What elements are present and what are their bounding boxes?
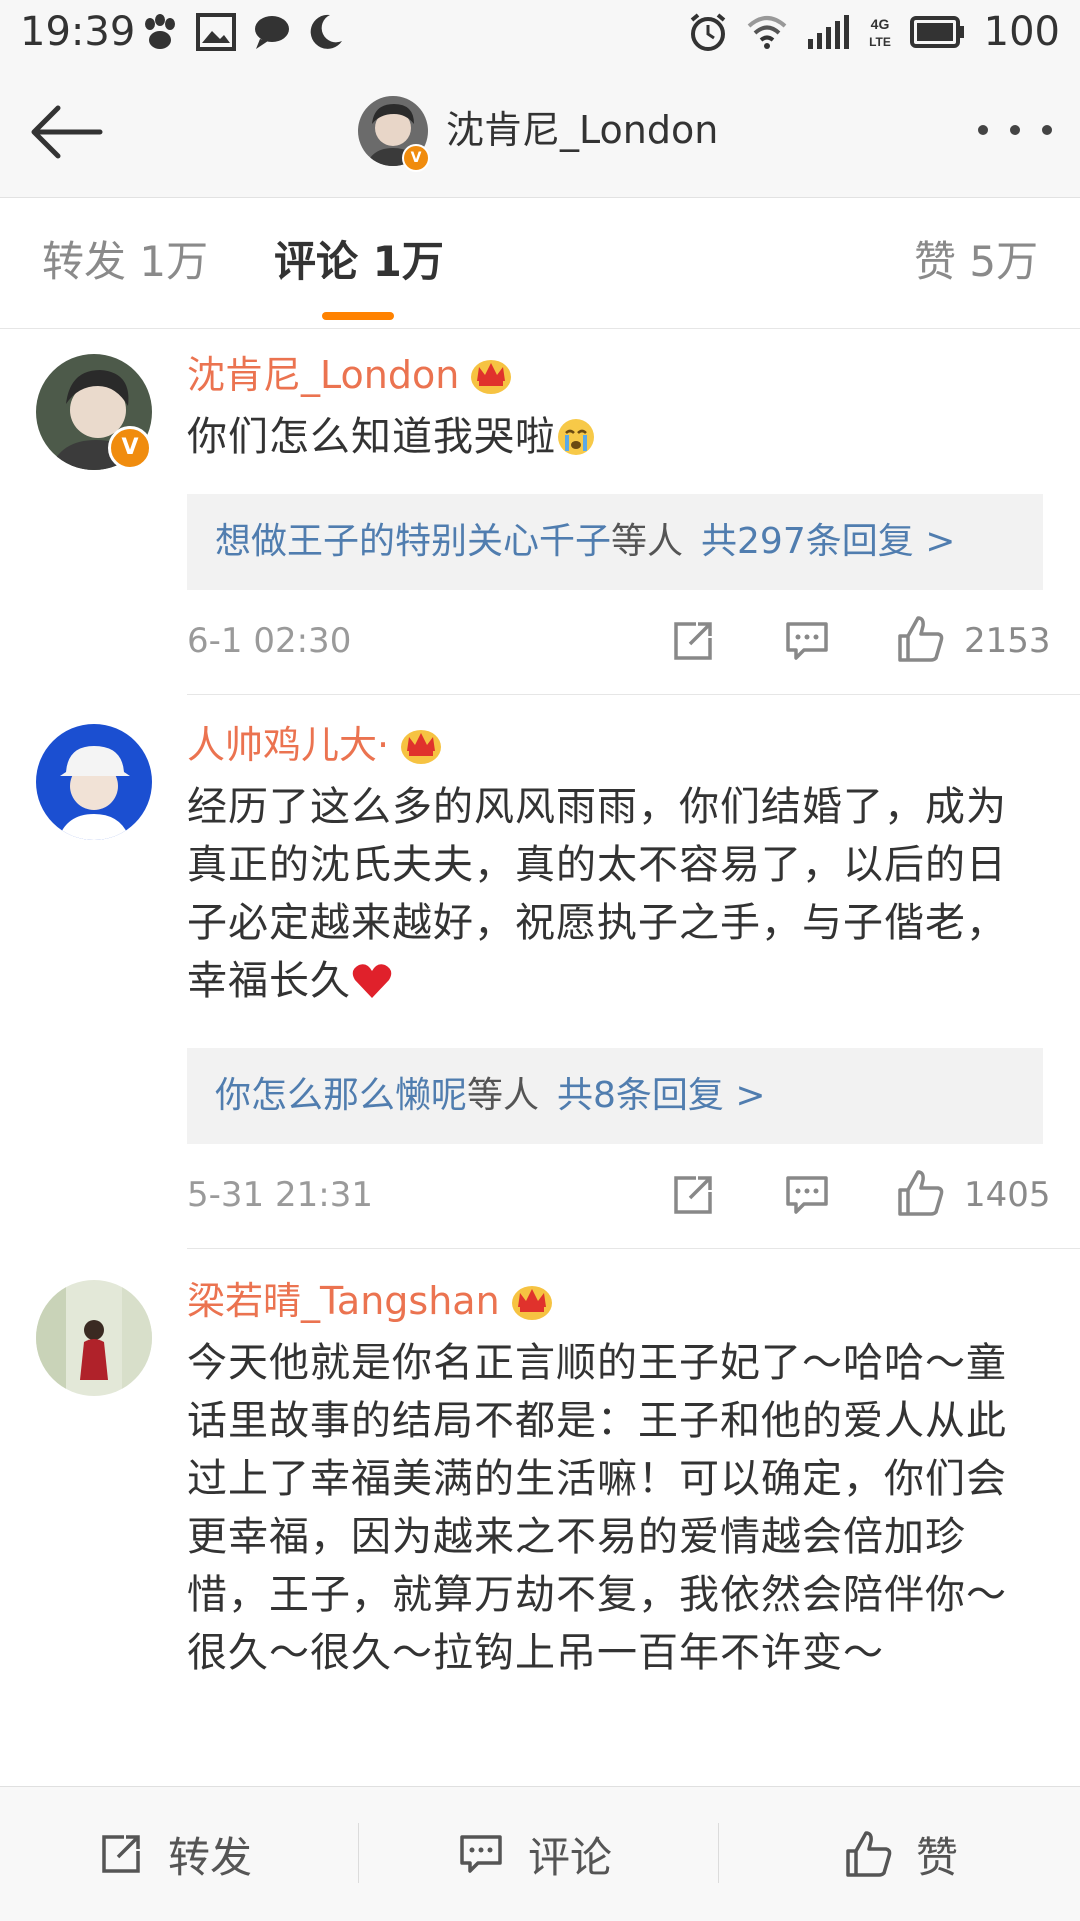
comment-button[interactable]: 评论 bbox=[456, 1787, 612, 1921]
divider bbox=[358, 1823, 359, 1883]
reply-user-link[interactable]: 你怎么那么懒呢 bbox=[215, 1075, 467, 1116]
battery-icon bbox=[909, 16, 964, 48]
avatar[interactable] bbox=[36, 724, 152, 840]
comment-username[interactable]: 人帅鸡儿大· bbox=[187, 720, 443, 770]
like-count: 2153 bbox=[964, 621, 1051, 661]
reply-mid-text: 等人 bbox=[611, 521, 684, 562]
4g-lte-icon: 4G LTE bbox=[869, 16, 891, 49]
username-text[interactable]: 梁若晴_Tangshan bbox=[187, 1276, 500, 1326]
reply-summary[interactable]: 你怎么那么懒呢等人 共8条回复 > bbox=[187, 1048, 1043, 1144]
comment-icon[interactable] bbox=[782, 1170, 832, 1220]
reply-count-link[interactable]: 共297条回复 > bbox=[701, 521, 955, 562]
bottom-action-bar: 转发 评论 赞 bbox=[0, 1786, 1080, 1921]
baidu-paw-icon bbox=[145, 14, 175, 49]
repost-icon[interactable] bbox=[668, 616, 718, 666]
status-bar: 19:39 4G LTE 100 bbox=[0, 0, 1080, 64]
verified-badge-icon: V bbox=[108, 426, 152, 470]
divider bbox=[718, 1823, 719, 1883]
reply-summary[interactable]: 想做王子的特别关心千子等人 共297条回复 > bbox=[187, 494, 1043, 590]
back-arrow-icon[interactable] bbox=[26, 102, 106, 162]
more-dots-icon[interactable] bbox=[978, 104, 1052, 156]
like-button[interactable]: 赞 bbox=[844, 1787, 958, 1921]
comment-text: 你们怎么知道我哭啦 bbox=[187, 408, 1047, 466]
moon-icon bbox=[310, 14, 342, 49]
repost-button[interactable]: 转发 bbox=[96, 1787, 252, 1921]
comment-icon[interactable] bbox=[782, 616, 832, 666]
nav-bar: V 沈肯尼_London bbox=[0, 64, 1080, 198]
active-tab-indicator bbox=[322, 312, 394, 320]
comment-item: 人帅鸡儿大· 经历了这么多的风风雨雨，你们结婚了，成为真正的沈氏夫夫，真的太不容… bbox=[0, 694, 1080, 1250]
chat-bubble-icon bbox=[255, 16, 289, 49]
svg-text:LTE: LTE bbox=[869, 35, 891, 49]
comment-icon bbox=[460, 1835, 502, 1873]
alarm-icon bbox=[690, 13, 725, 51]
avatar[interactable] bbox=[36, 1280, 152, 1396]
svg-text:4G: 4G bbox=[870, 16, 889, 32]
reply-mid-text: 等人 bbox=[467, 1075, 540, 1116]
like-thumb-icon bbox=[846, 1831, 892, 1877]
comment-item: 梁若晴_Tangshan 今天他就是你名正言顺的王子妃了～哈哈～童话里故事的结局… bbox=[0, 1250, 1080, 1786]
like-thumb-icon[interactable] bbox=[896, 614, 946, 664]
status-left-icons bbox=[140, 10, 344, 54]
status-right-icons: 4G LTE 100 bbox=[688, 8, 1060, 56]
signal-icon bbox=[807, 15, 849, 49]
like-thumb-icon[interactable] bbox=[896, 1168, 946, 1218]
like-label: 赞 bbox=[916, 1832, 959, 1882]
crown-badge-icon bbox=[511, 1286, 552, 1320]
username-text[interactable]: 沈肯尼_London bbox=[187, 350, 459, 400]
repost-icon[interactable] bbox=[668, 1170, 718, 1220]
comment-body: 经历了这么多的风风雨雨，你们结婚了，成为真正的沈氏夫夫，真的太不容易了，以后的日… bbox=[187, 784, 1007, 1004]
comment-time: 5-31 21:31 bbox=[187, 1175, 373, 1215]
wifi-icon bbox=[747, 16, 786, 49]
comment-username[interactable]: 梁若晴_Tangshan bbox=[187, 1276, 554, 1326]
username-text[interactable]: 人帅鸡儿大· bbox=[187, 720, 389, 770]
crying-emoji bbox=[558, 419, 594, 455]
comment-time: 6-1 02:30 bbox=[187, 621, 352, 661]
verified-badge-icon: V bbox=[402, 144, 430, 172]
tab-reposts[interactable]: 转发 1万 bbox=[42, 234, 208, 290]
battery-level: 100 bbox=[983, 9, 1060, 55]
comment-text: 今天他就是你名正言顺的王子妃了～哈哈～童话里故事的结局不都是：王子和他的爱人从此… bbox=[187, 1340, 1007, 1676]
tab-bar: 转发 1万 评论 1万 赞 5万 bbox=[0, 198, 1080, 329]
comment-label: 评论 bbox=[528, 1832, 613, 1882]
repost-icon bbox=[102, 1835, 140, 1873]
image-icon bbox=[196, 13, 236, 51]
repost-label: 转发 bbox=[168, 1832, 253, 1882]
crown-badge-icon bbox=[471, 360, 512, 394]
nav-title: 沈肯尼_London bbox=[446, 108, 719, 152]
comment-body: 你们怎么知道我哭啦 bbox=[187, 414, 556, 460]
reply-count-link[interactable]: 共8条回复 > bbox=[557, 1075, 766, 1116]
comment-username[interactable]: 沈肯尼_London bbox=[187, 350, 513, 400]
heart-emoji bbox=[352, 964, 392, 998]
tab-comments[interactable]: 评论 1万 bbox=[274, 234, 444, 290]
reply-user-link[interactable]: 想做王子的特别关心千子 bbox=[215, 521, 611, 562]
comment-item: V 沈肯尼_London 你们怎么知道我哭啦 想做王子的特别关心千子等人 共297… bbox=[0, 330, 1080, 695]
status-time: 19:39 bbox=[20, 9, 136, 55]
tab-likes[interactable]: 赞 5万 bbox=[914, 234, 1038, 290]
divider bbox=[187, 1248, 1080, 1249]
crown-badge-icon bbox=[401, 730, 442, 764]
comment-text: 经历了这么多的风风雨雨，你们结婚了，成为真正的沈氏夫夫，真的太不容易了，以后的日… bbox=[187, 778, 1047, 1010]
like-count: 1405 bbox=[964, 1175, 1051, 1215]
